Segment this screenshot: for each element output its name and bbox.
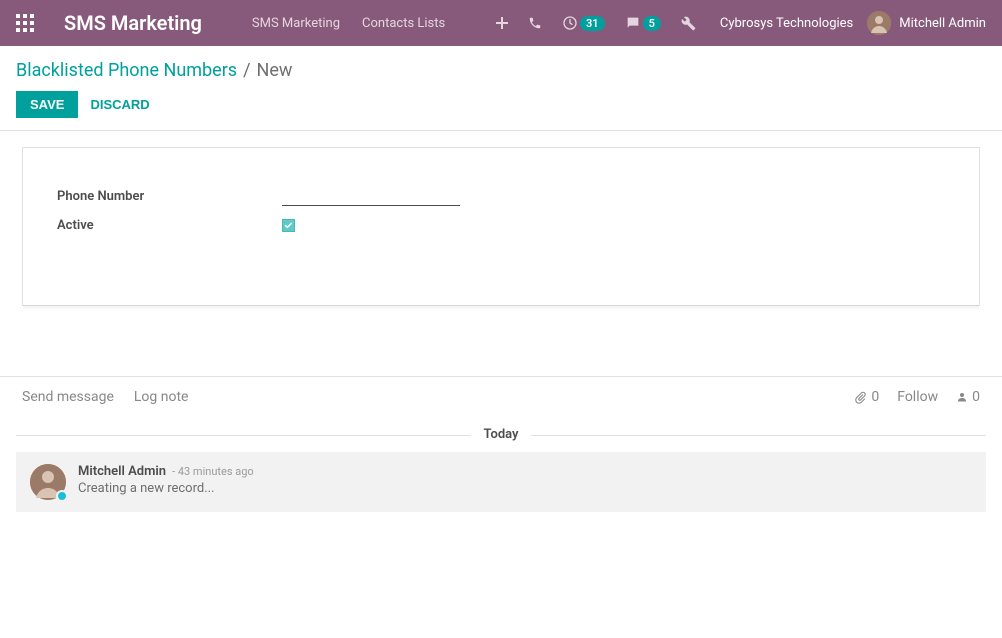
chatter: Send message Log note 0 Follow 0 Today M… [0,376,1002,512]
paperclip-icon [854,391,867,404]
phone-icon[interactable] [528,16,542,30]
breadcrumb-parent[interactable]: Blacklisted Phone Numbers [16,60,237,81]
log-note-button[interactable]: Log note [134,389,189,405]
nav-contacts-lists[interactable]: Contacts Lists [362,16,445,31]
send-message-button[interactable]: Send message [22,389,114,405]
avatar-icon [867,11,891,35]
followers-count: 0 [972,389,980,405]
breadcrumb-sep: / [243,60,250,81]
message-author[interactable]: Mitchell Admin [78,464,166,479]
messages-icon[interactable]: 5 [625,15,661,31]
active-label: Active [57,218,282,233]
form-actions: Save Discard [0,81,1002,128]
top-navbar: SMS Marketing SMS Marketing Contacts Lis… [0,0,1002,46]
company-switcher[interactable]: Cybrosys Technologies [720,16,853,31]
message-avatar [30,464,66,500]
message-item: Mitchell Admin - 43 minutes ago Creating… [16,452,986,512]
activities-icon[interactable]: 31 [562,15,605,31]
date-separator: Today [16,427,986,442]
user-name: Mitchell Admin [899,16,986,31]
follow-button[interactable]: Follow [897,389,938,405]
presence-indicator [56,490,68,502]
apps-icon[interactable] [16,14,34,32]
nav-sms-marketing[interactable]: SMS Marketing [252,16,340,31]
phone-number-input[interactable] [282,186,460,206]
person-icon [956,391,968,403]
user-menu[interactable]: Mitchell Admin [867,11,986,35]
date-separator-label: Today [471,427,530,442]
breadcrumb-current: New [257,60,293,81]
breadcrumb: Blacklisted Phone Numbers / New [0,46,1002,81]
message-body: Creating a new record... [78,481,972,496]
followers-button[interactable]: 0 [956,389,980,405]
debug-icon[interactable] [681,16,696,31]
new-icon[interactable] [496,17,508,29]
attachments-button[interactable]: 0 [854,389,879,405]
save-button[interactable]: Save [16,91,78,118]
attachments-count: 0 [871,389,879,405]
active-checkbox[interactable] [282,219,295,232]
phone-number-label: Phone Number [57,189,282,204]
messages-badge: 5 [643,16,661,31]
form-sheet: Phone Number Active [22,147,980,306]
discard-button[interactable]: Discard [90,97,149,112]
activities-badge: 31 [580,16,605,31]
message-time: - 43 minutes ago [172,465,254,478]
app-brand[interactable]: SMS Marketing [64,11,202,35]
